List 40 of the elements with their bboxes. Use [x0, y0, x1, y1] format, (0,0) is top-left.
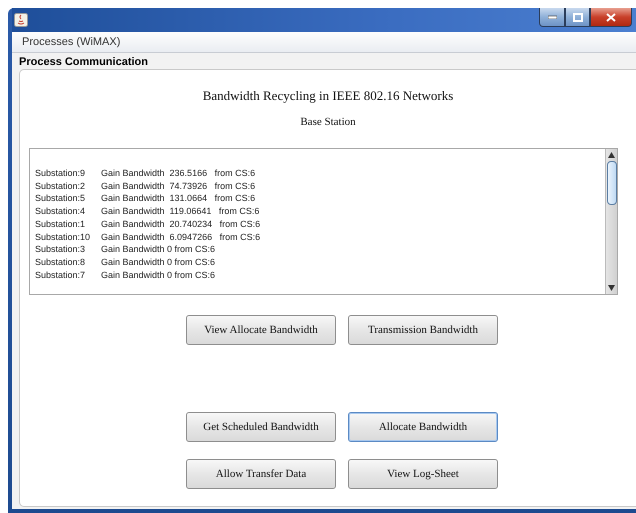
action-button[interactable]: Allow Transfer Data [186, 459, 336, 489]
station-name: Substation:9 [35, 167, 86, 180]
maximize-button[interactable] [565, 8, 590, 27]
scroll-bar[interactable] [605, 149, 617, 294]
scroll-thumb[interactable] [606, 161, 616, 205]
panel-title: Process Communication [18, 55, 149, 69]
station-name: Substation:1 [35, 218, 86, 231]
java-app-icon [14, 13, 28, 27]
station-name: Substation:7 [35, 268, 86, 282]
action-button[interactable]: Allocate Bandwidth [348, 412, 498, 442]
station-name: Substation:4 [35, 205, 86, 218]
log-message: Gain Bandwidth 0 from CS:6 [101, 256, 216, 269]
log-message: Gain Bandwidth 131.0664 from CS:6 [101, 192, 256, 206]
station-name: Substation:8 [35, 256, 86, 269]
close-button[interactable] [590, 8, 632, 27]
log-message: Gain Bandwidth 0 from CS:6 [101, 243, 216, 256]
minimize-icon [548, 15, 556, 19]
action-button[interactable]: View Allocate Bandwidth [186, 315, 336, 345]
log-message: Gain Bandwidth 0 from CS:6 [101, 268, 216, 282]
log-message: Gain Bandwidth 74.73926 from CS:6 [101, 180, 256, 192]
subheading: Base Station [300, 116, 356, 128]
log-message: Gain Bandwidth 236.5166 from CS:6 [101, 167, 256, 180]
action-button[interactable]: Transmission Bandwidth [348, 315, 498, 345]
scroll-down-icon[interactable] [608, 285, 615, 291]
station-name: Substation:3 [35, 243, 86, 256]
page-heading: Bandwidth Recycling in IEEE 802.16 Networks [202, 88, 454, 104]
minimize-button[interactable] [539, 8, 565, 27]
maximize-icon [572, 12, 582, 22]
menu-item[interactable]: Processes (WiMAX) [18, 36, 124, 48]
log-message: Gain Bandwidth 6.0947266 from CS:6 [101, 230, 262, 244]
scroll-up-icon[interactable] [608, 152, 615, 158]
log-message: Gain Bandwidth 20.740234 from CS:6 [101, 218, 262, 231]
station-name: Substation:5 [35, 192, 86, 206]
log-text-area[interactable] [29, 148, 618, 295]
log-message: Gain Bandwidth 119.06641 from CS:6 [101, 205, 260, 218]
close-icon [606, 12, 616, 22]
action-button[interactable]: View Log-Sheet [348, 459, 498, 489]
station-name: Substation:2 [35, 180, 86, 192]
station-name: Substation:10 [35, 230, 92, 244]
action-button[interactable]: Get Scheduled Bandwidth [186, 412, 336, 442]
